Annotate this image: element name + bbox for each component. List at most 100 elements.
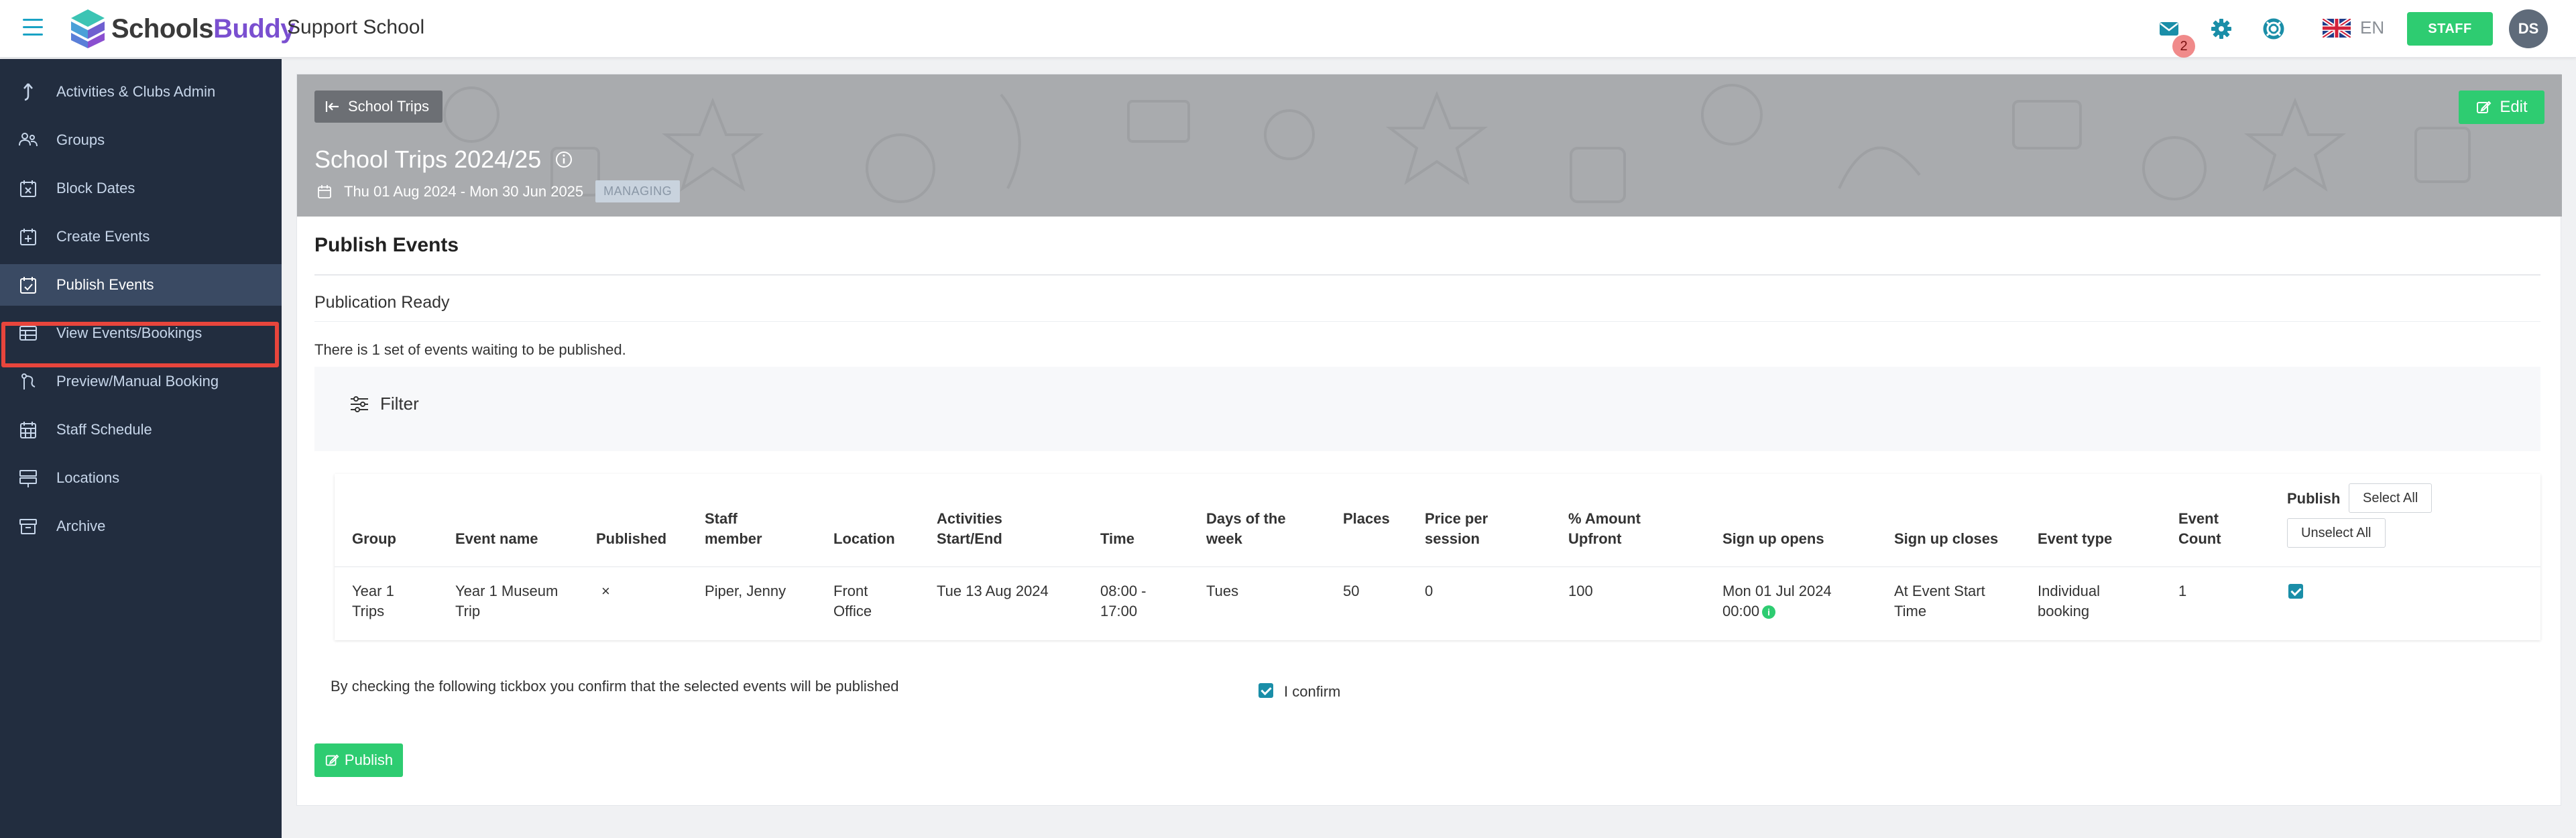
lifebuoy-help-icon[interactable] <box>2262 17 2285 40</box>
column-header-places: Places <box>1343 510 1390 527</box>
active-item-highlight <box>1 322 279 367</box>
column-header-activities-start-end: Activities Start/End <box>937 510 1002 547</box>
waiting-message: There is 1 set of events waiting to be p… <box>314 341 626 358</box>
info-icon[interactable] <box>554 150 573 169</box>
cell-price: 0 <box>1425 583 1433 599</box>
sidebar-item-label: Block Dates <box>56 180 135 196</box>
staff-role-button[interactable]: STAFF <box>2407 12 2493 46</box>
sidebar-item-label: Create Events <box>56 228 150 245</box>
logo-mark-icon <box>71 9 105 48</box>
sidebar-item-activities-clubs-admin[interactable]: Activities & Clubs Admin <box>0 71 282 113</box>
unselect-all-button[interactable]: Unselect All <box>2287 518 2386 548</box>
publication-ready-heading: Publication Ready <box>314 293 450 312</box>
notification-badge: 2 <box>2172 35 2195 58</box>
sidebar-item-label: Preview/Manual Booking <box>56 373 219 390</box>
cell-places: 50 <box>1343 583 1360 599</box>
sidebar-item-block-dates[interactable]: Block Dates <box>0 168 282 209</box>
sidebar-item-groups[interactable]: Groups <box>0 119 282 161</box>
logo-text-schools: Schools <box>111 13 214 44</box>
hamburger-menu-icon[interactable] <box>23 19 43 36</box>
cell-event-count: 1 <box>2178 583 2187 599</box>
sidebar-item-label: Publish Events <box>56 276 154 293</box>
sidebar-item-label: Archive <box>56 518 106 534</box>
language-label: EN <box>2360 17 2385 38</box>
confirm-label: I confirm <box>1284 683 1341 700</box>
sidebar-item-label: Groups <box>56 131 105 148</box>
back-button-label: School Trips <box>348 98 430 115</box>
column-header-amount-upfront: % Amount Upfront <box>1568 510 1641 547</box>
sidebar-item-archive[interactable]: Archive <box>0 505 282 547</box>
column-header-event-count: Event Count <box>2178 510 2221 547</box>
grid-calendar-icon <box>20 422 36 438</box>
route-icon <box>21 373 36 390</box>
divider <box>314 321 2540 322</box>
sidebar-item-locations[interactable]: Locations <box>0 457 282 499</box>
arrow-up-icon <box>23 83 33 101</box>
column-header-event-type: Event type <box>2038 530 2113 547</box>
sliders-icon <box>351 396 368 412</box>
cell-signup-opens: Mon 01 Jul 2024 00:00 i <box>1722 583 1832 619</box>
column-header-signup-closes: Sign up closes <box>1894 530 1999 547</box>
cell-signup-closes: At Event Start Time <box>1894 583 1985 619</box>
page-title: School Trips 2024/25 <box>314 145 542 173</box>
cell-days: Tues <box>1206 583 1239 599</box>
column-header-publish: Publish <box>2287 490 2341 507</box>
edit-button[interactable]: Edit <box>2459 91 2544 124</box>
filter-button[interactable]: Filter <box>349 394 419 414</box>
logo-text-buddy: Buddy <box>213 13 296 44</box>
uk-flag-icon <box>2323 18 2351 38</box>
publish-button[interactable]: Publish <box>314 743 403 777</box>
column-header-group: Group <box>352 530 396 547</box>
cell-amount-upfront: 100 <box>1568 583 1593 599</box>
column-header-price-per-session: Price per session <box>1425 510 1488 547</box>
main-card: School Trips Edit School Trips 2024/25 T… <box>296 74 2562 806</box>
publish-row-checkbox[interactable] <box>2288 584 2303 599</box>
info-dot-icon[interactable]: i <box>1762 605 1776 619</box>
calendar-plus-icon <box>20 229 36 245</box>
calendar-x-icon <box>20 180 36 197</box>
column-header-signup-opens: Sign up opens <box>1722 530 1824 547</box>
events-table: Group Event name Published Staff member L… <box>335 474 2540 640</box>
column-header-time: Time <box>1100 530 1134 547</box>
gear-icon[interactable] <box>2210 17 2233 40</box>
edit-icon <box>2477 101 2492 113</box>
sidebar-item-publish-events[interactable]: Publish Events <box>0 264 282 306</box>
section-title: Publish Events <box>314 234 459 256</box>
user-avatar[interactable]: DS <box>2509 9 2548 48</box>
cell-published-cross: × <box>601 583 610 599</box>
hero-banner: School Trips Edit School Trips 2024/25 T… <box>297 74 2562 217</box>
cell-staff-member: Piper, Jenny <box>705 583 786 599</box>
confirm-checkbox[interactable] <box>1258 683 1273 698</box>
arrow-left-bar-icon <box>325 101 339 112</box>
sidebar-item-label: Activities & Clubs Admin <box>56 83 216 100</box>
filter-bar: Filter <box>314 367 2540 451</box>
column-header-staff-member: Staff member <box>705 510 762 547</box>
sidebar-item-label: Locations <box>56 469 120 486</box>
school-name: Support School <box>287 16 425 38</box>
select-all-button[interactable]: Select All <box>2349 483 2433 513</box>
divider <box>314 274 2540 276</box>
sidebar-item-label: Staff Schedule <box>56 421 152 438</box>
date-range: Thu 01 Aug 2024 - Mon 30 Jun 2025 <box>344 182 584 200</box>
calendar-icon <box>318 184 331 198</box>
column-header-event-name: Event name <box>455 530 538 547</box>
publish-button-label: Publish <box>344 752 394 768</box>
cell-location: Front Office <box>833 583 872 619</box>
cell-event-type: Individual booking <box>2038 583 2100 619</box>
logo[interactable]: SchoolsBuddy <box>70 8 296 50</box>
status-badge: MANAGING <box>595 180 681 202</box>
users-icon <box>19 133 38 147</box>
cell-time: 08:00 -17:00 <box>1100 583 1147 619</box>
row-divider <box>335 566 2540 567</box>
cell-group: Year 1 Trips <box>352 583 394 619</box>
language-selector[interactable]: EN <box>2323 17 2384 38</box>
archive-icon <box>19 519 37 534</box>
sidebar: Activities & Clubs Admin Groups Block Da… <box>0 59 282 838</box>
sidebar-item-create-events[interactable]: Create Events <box>0 216 282 257</box>
cell-activities-start-end: Tue 13 Aug 2024 <box>937 583 1049 599</box>
back-to-school-trips-button[interactable]: School Trips <box>314 91 443 123</box>
sidebar-item-staff-schedule[interactable]: Staff Schedule <box>0 409 282 451</box>
signpost-icon <box>19 470 37 487</box>
edit-button-label: Edit <box>2500 98 2528 116</box>
cell-event-name: Year 1 Museum Trip <box>455 583 559 619</box>
